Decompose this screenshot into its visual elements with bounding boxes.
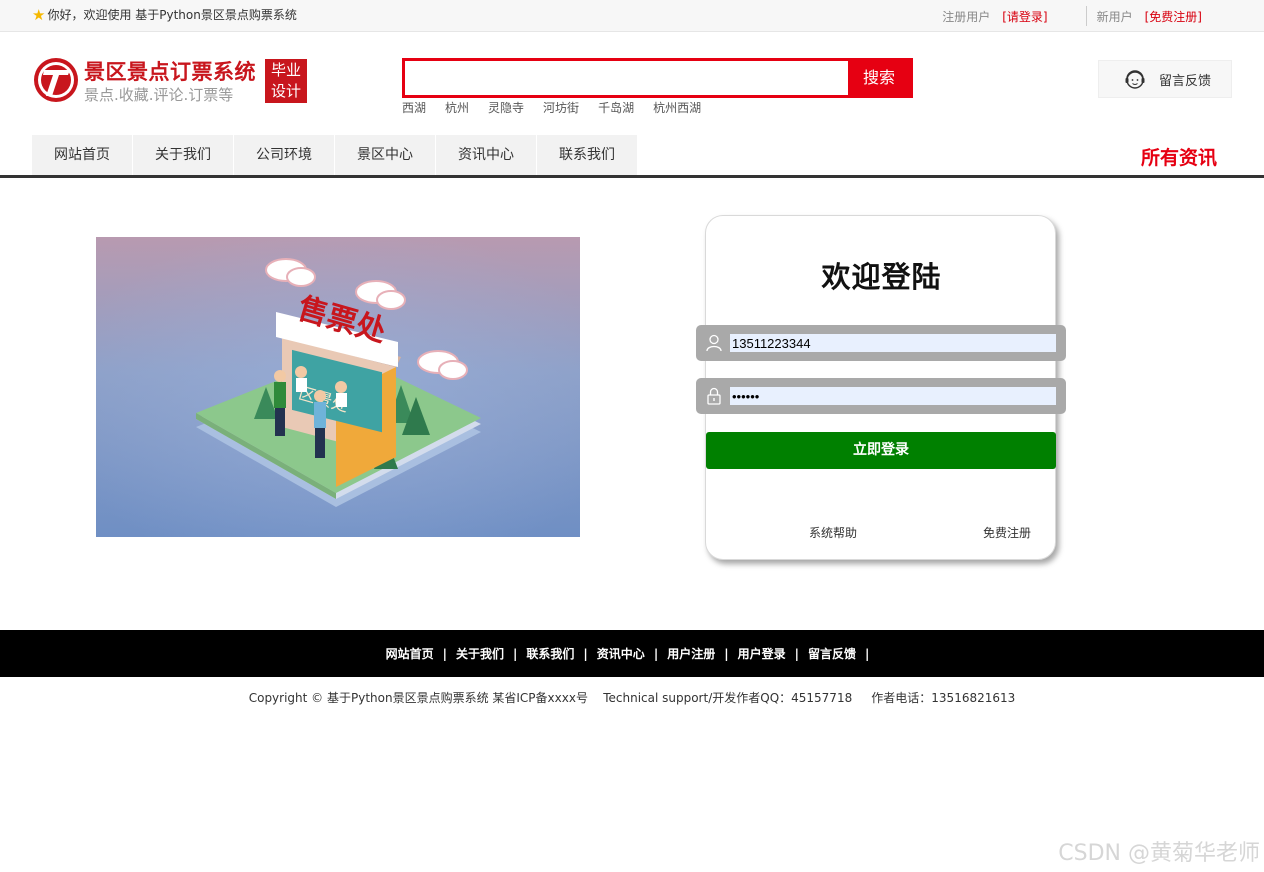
feedback-label: 留言反馈: [1159, 73, 1212, 89]
footer-link-about[interactable]: 关于我们: [456, 645, 504, 662]
badge-line-1: 毕业: [270, 61, 301, 79]
footer-separator: |: [865, 646, 870, 661]
search-button[interactable]: 搜索: [848, 61, 910, 95]
lock-icon: [707, 387, 721, 405]
all-news-link[interactable]: 所有资讯: [1141, 143, 1217, 170]
login-link[interactable]: [请登录]: [1002, 8, 1047, 25]
csdn-watermark: CSDN @黄菊华老师: [1058, 841, 1260, 866]
top-bar: ★ 你好，欢迎使用 基于Python景区景点购票系统 注册用户 [请登录] 新用…: [0, 0, 1264, 32]
main-nav: 网站首页 关于我们 公司环境 景区中心 资讯中心 联系我们: [32, 135, 638, 175]
new-user-label: 新用户: [1096, 9, 1133, 24]
hot-search-words: 西湖 杭州 灵隐寺 河坊街 千岛湖 杭州西湖: [402, 99, 701, 116]
hot-word[interactable]: 杭州西湖: [653, 99, 701, 116]
system-help-link[interactable]: 系统帮助: [809, 524, 857, 541]
welcome-message: ★ 你好，欢迎使用 基于Python景区景点购票系统: [32, 6, 297, 23]
nav-item-home[interactable]: 网站首页: [32, 135, 132, 175]
footer-separator: |: [513, 646, 518, 661]
password-input[interactable]: [730, 387, 1056, 405]
nav-divider: [0, 175, 1264, 178]
footer-separator: |: [442, 646, 447, 661]
hot-word[interactable]: 西湖: [402, 99, 426, 116]
username-field: [696, 325, 1066, 361]
hot-word[interactable]: 杭州: [445, 99, 469, 116]
footer-link-home[interactable]: 网站首页: [386, 645, 434, 662]
hot-word[interactable]: 千岛湖: [598, 99, 634, 116]
footer-separator: |: [724, 646, 729, 661]
footer-separator: |: [653, 646, 659, 661]
top-divider: [1085, 6, 1087, 26]
footer-separator: |: [583, 646, 588, 661]
hot-word[interactable]: 灵隐寺: [488, 99, 524, 116]
footer-link-news[interactable]: 资讯中心: [597, 645, 645, 662]
site-logo[interactable]: 景区景点订票系统 景点.收藏.评论.订票等 毕业 设计: [32, 56, 312, 106]
free-register-link[interactable]: 免费注册: [983, 524, 1031, 541]
nav-item-scenic-center[interactable]: 景区中心: [335, 135, 435, 175]
logo-title: 景区景点订票系统: [84, 60, 256, 84]
nav-item-environment[interactable]: 公司环境: [234, 135, 334, 175]
footer-nav: 网站首页 | 关于我们 | 联系我们 | 资讯中心 | 用户注册 | 用户登录 …: [0, 630, 1264, 677]
nav-item-contact[interactable]: 联系我们: [537, 135, 637, 175]
footer-link-register[interactable]: 用户注册: [667, 645, 715, 662]
copyright-text: Copyright © 基于Python景区景点购票系统 某省ICP备xxxx号…: [248, 691, 1016, 705]
footer-link-login[interactable]: 用户登录: [738, 645, 786, 662]
login-title: 欢迎登陆: [821, 260, 942, 294]
nav-item-about[interactable]: 关于我们: [133, 135, 233, 175]
top-account-links: 注册用户 [请登录] 新用户 [免费注册]: [942, 6, 1202, 26]
badge-line-2: 设计: [270, 82, 301, 100]
nav-item-news-center[interactable]: 资讯中心: [436, 135, 536, 175]
footer-link-feedback[interactable]: 留言反馈: [808, 645, 856, 662]
username-input[interactable]: [730, 334, 1056, 352]
user-icon: [706, 334, 722, 352]
customer-service-icon: [1125, 70, 1145, 89]
search-input[interactable]: [405, 61, 848, 95]
footer-link-contact[interactable]: 联系我们: [526, 645, 574, 662]
graduation-badge: 毕业 设计: [265, 59, 307, 103]
free-register-link[interactable]: [免费注册]: [1145, 8, 1202, 25]
registered-user-label: 注册用户: [942, 9, 991, 24]
footer-separator: |: [794, 646, 800, 661]
illustration-svg: 售票处 区景处: [96, 237, 580, 537]
feedback-button[interactable]: 留言反馈: [1098, 60, 1232, 98]
ticket-office-illustration: 售票处 区景处: [96, 237, 580, 537]
welcome-text: 你好，欢迎使用 基于Python景区景点购票系统: [47, 8, 297, 22]
hot-word[interactable]: 河坊街: [543, 99, 579, 116]
password-field: [696, 378, 1066, 414]
search-box: 搜索: [402, 58, 913, 98]
logo-mark-icon: [34, 58, 78, 102]
login-button[interactable]: 立即登录: [706, 432, 1056, 469]
star-icon: ★: [32, 5, 46, 24]
logo-subtitle: 景点.收藏.评论.订票等: [84, 86, 234, 104]
login-card: 欢迎登陆 立即登录 系统帮助 免费注册: [696, 215, 1066, 560]
